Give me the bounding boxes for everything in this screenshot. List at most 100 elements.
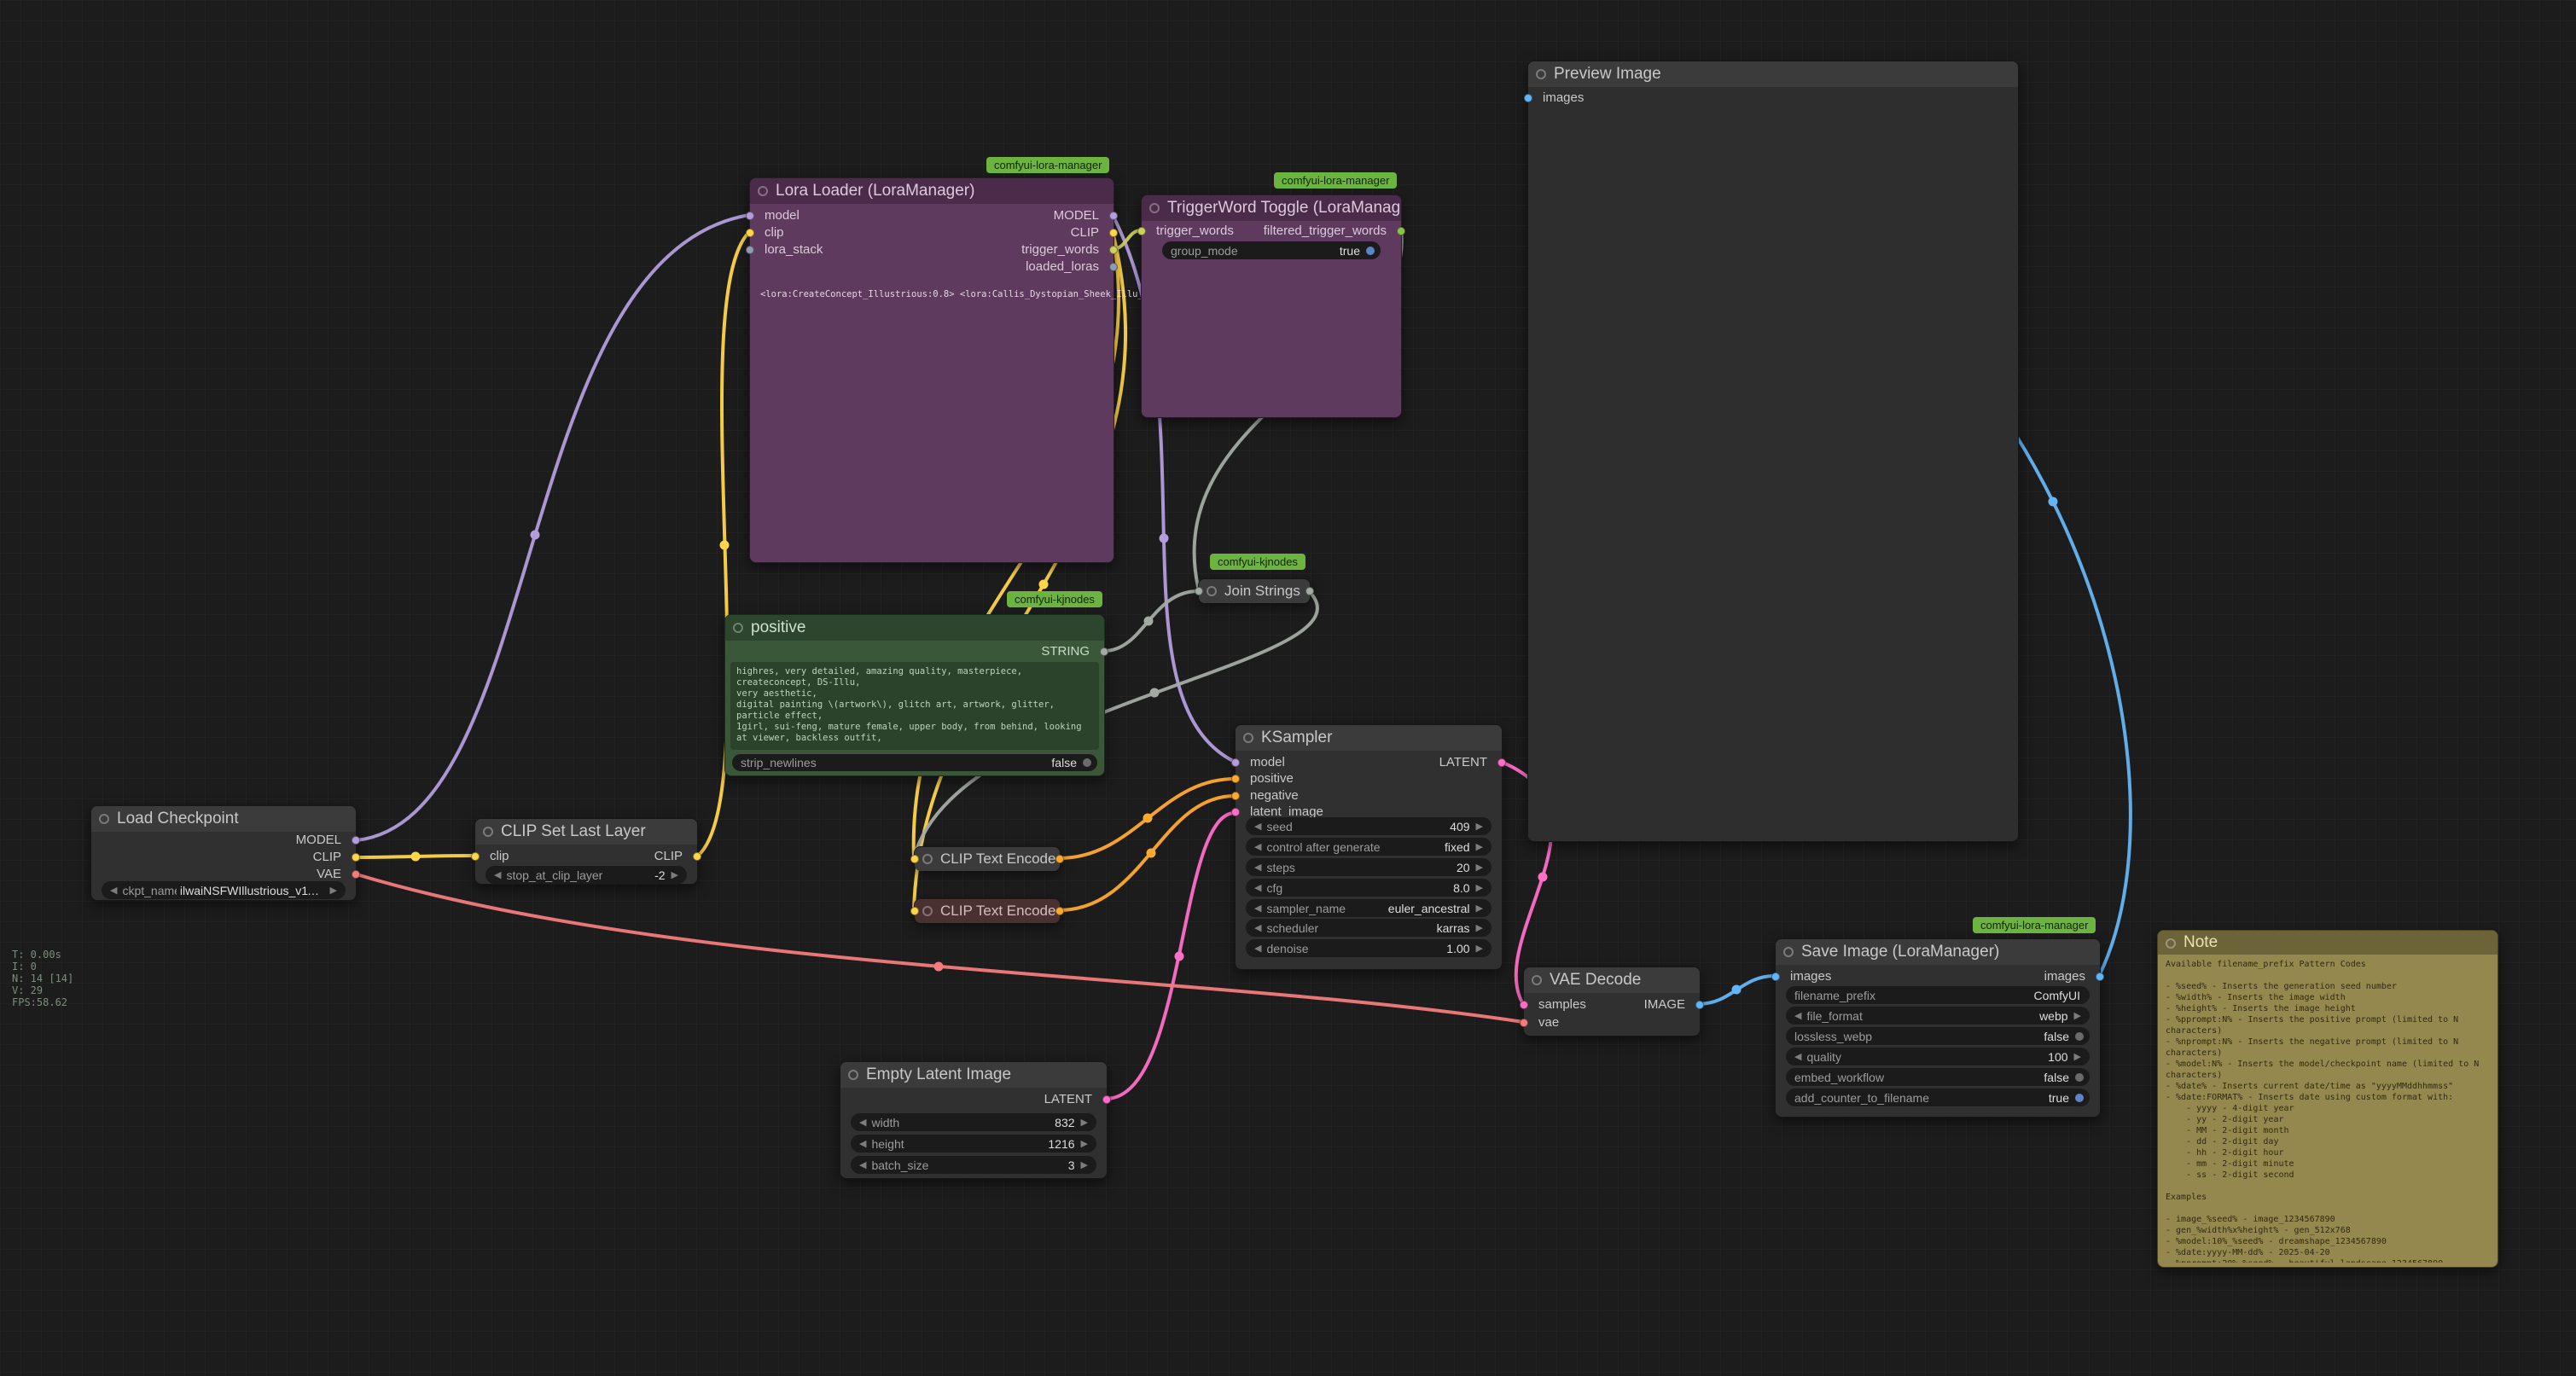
input-port-model[interactable]: model: [1236, 754, 1285, 771]
port-dot-model[interactable]: [352, 836, 360, 845]
increment-arrow-icon[interactable]: ▶: [669, 869, 681, 880]
widget-quality[interactable]: ◀quality100▶: [1786, 1048, 2090, 1065]
node-clip-text-encode-negative[interactable]: CLIP Text Encode (Pr: [914, 898, 1061, 922]
node-save-image[interactable]: Save Image (LoraManager) images images f…: [1775, 938, 2101, 1118]
output-port-image[interactable]: IMAGE: [1644, 996, 1700, 1013]
node-title-bar[interactable]: Join Strings: [1199, 579, 1310, 603]
increment-arrow-icon[interactable]: ▶: [1474, 943, 1486, 954]
collapse-dot-icon[interactable]: [99, 814, 109, 824]
port-dot-model[interactable]: [746, 212, 754, 220]
input-port-images[interactable]: images: [1776, 968, 1831, 985]
port-dot-vae[interactable]: [352, 870, 360, 879]
toggle-dot[interactable]: [1366, 247, 1375, 255]
port-dot-trigger-words[interactable]: [1137, 227, 1146, 235]
output-port-string[interactable]: STRING: [1041, 643, 1104, 660]
widget-denoise[interactable]: ◀denoise1.00▶: [1246, 939, 1492, 957]
widget-stop-at-clip-layer[interactable]: ◀ stop_at_clip_layer -2 ▶: [486, 866, 687, 884]
node-title-bar[interactable]: CLIP Text Encode (Pr: [915, 847, 1060, 871]
port-dot-filtered-trigger-words[interactable]: [1397, 227, 1405, 235]
collapse-dot-icon[interactable]: [1207, 586, 1217, 596]
port-dot-clip[interactable]: [693, 852, 701, 861]
port-dot-latent-image[interactable]: [1231, 808, 1240, 816]
node-ksampler[interactable]: KSampler model positive negative latent_…: [1235, 724, 1503, 970]
collapse-dot-icon[interactable]: [733, 623, 743, 633]
input-port-positive[interactable]: positive: [1236, 770, 1294, 787]
widget-ckpt-name[interactable]: ◀ ckpt_name ilwaiNSFWIllustrious_v110.s.…: [102, 881, 346, 899]
combo-left-arrow-icon[interactable]: ◀: [1252, 841, 1264, 852]
collapse-dot-icon[interactable]: [2166, 938, 2176, 949]
collapse-dot-icon[interactable]: [922, 854, 933, 864]
widget-add-counter-to-filename[interactable]: add_counter_to_filenametrue: [1786, 1089, 2090, 1106]
collapsed-output-dot[interactable]: [1305, 587, 1314, 595]
port-dot-images[interactable]: [2096, 972, 2104, 981]
output-port-clip[interactable]: CLIP: [313, 849, 356, 866]
node-title-bar[interactable]: KSampler: [1236, 725, 1502, 751]
output-port-filtered-trigger-words[interactable]: filtered_trigger_words: [1264, 223, 1401, 240]
decrement-arrow-icon[interactable]: ◀: [857, 1117, 869, 1128]
port-dot-negative[interactable]: [1231, 792, 1240, 800]
decrement-arrow-icon[interactable]: ◀: [1252, 821, 1264, 832]
port-dot-trigger-words[interactable]: [1109, 246, 1118, 254]
decrement-arrow-icon[interactable]: ◀: [857, 1159, 869, 1170]
node-positive-prompt[interactable]: positive STRING highres, very detailed, …: [724, 614, 1105, 776]
combo-left-arrow-icon[interactable]: ◀: [1792, 1010, 1804, 1021]
output-port-clip[interactable]: CLIP: [1071, 224, 1114, 241]
node-load-checkpoint[interactable]: Load Checkpoint MODEL CLIP VAE ◀ ckpt_na…: [90, 805, 357, 901]
widget-filename-prefix[interactable]: filename_prefixComfyUI: [1786, 986, 2090, 1004]
input-port-clip[interactable]: clip: [475, 848, 509, 865]
output-port-latent[interactable]: LATENT: [1044, 1091, 1107, 1108]
increment-arrow-icon[interactable]: ▶: [1079, 1138, 1090, 1149]
node-note[interactable]: Note Available filename_prefix Pattern C…: [2157, 930, 2498, 1268]
node-title-bar[interactable]: Empty Latent Image: [840, 1062, 1107, 1088]
decrement-arrow-icon[interactable]: ◀: [1252, 882, 1264, 893]
port-dot-model[interactable]: [1231, 758, 1240, 767]
toggle-dot[interactable]: [2075, 1094, 2084, 1102]
collapsed-input-dot[interactable]: [910, 855, 919, 863]
port-dot-latent[interactable]: [1102, 1095, 1111, 1104]
output-port-latent[interactable]: LATENT: [1439, 754, 1502, 771]
increment-arrow-icon[interactable]: ▶: [2072, 1051, 2084, 1062]
port-dot-latent[interactable]: [1497, 758, 1506, 767]
node-clip-set-last-layer[interactable]: CLIP Set Last Layer clip CLIP ◀ stop_at_…: [474, 818, 698, 885]
widget-batch-size[interactable]: ◀batch_size3▶: [851, 1156, 1096, 1174]
node-title-bar[interactable]: positive: [725, 615, 1104, 641]
input-port-vae[interactable]: vae: [1524, 1014, 1559, 1031]
widget-embed-workflow[interactable]: embed_workflowfalse: [1786, 1068, 2090, 1086]
increment-arrow-icon[interactable]: ▶: [1079, 1159, 1090, 1170]
collapsed-input-dot[interactable]: [910, 907, 919, 915]
node-title-bar[interactable]: Preview Image: [1528, 61, 2018, 87]
node-title-bar[interactable]: CLIP Set Last Layer: [475, 819, 697, 845]
input-port-samples[interactable]: samples: [1524, 996, 1586, 1013]
port-dot-string[interactable]: [1100, 647, 1108, 656]
decrement-arrow-icon[interactable]: ◀: [491, 869, 503, 880]
prompt-textarea[interactable]: highres, very detailed, amazing quality,…: [730, 662, 1099, 750]
node-lora-loader[interactable]: Lora Loader (LoraManager) model clip lor…: [749, 177, 1114, 563]
combo-left-arrow-icon[interactable]: ◀: [1252, 903, 1264, 914]
input-port-images[interactable]: images: [1528, 90, 1584, 107]
node-vae-decode[interactable]: VAE Decode samples vae IMAGE: [1523, 967, 1701, 1036]
port-dot-loaded-loras[interactable]: [1109, 263, 1118, 271]
output-port-model[interactable]: MODEL: [1054, 207, 1114, 224]
widget-lossless-webp[interactable]: lossless_webpfalse: [1786, 1027, 2090, 1045]
decrement-arrow-icon[interactable]: ◀: [1252, 943, 1264, 954]
toggle-dot[interactable]: [2075, 1073, 2084, 1082]
port-dot-lora-stack[interactable]: [746, 246, 754, 254]
input-port-lora-stack[interactable]: lora_stack: [750, 241, 823, 258]
node-title-bar[interactable]: VAE Decode: [1524, 967, 1700, 993]
combo-right-arrow-icon[interactable]: ▶: [1474, 922, 1486, 933]
node-clip-text-encode-positive[interactable]: CLIP Text Encode (Pr: [914, 846, 1061, 870]
input-port-negative[interactable]: negative: [1236, 787, 1299, 804]
output-port-trigger-words[interactable]: trigger_words: [1021, 241, 1114, 258]
combo-right-arrow-icon[interactable]: ▶: [1474, 841, 1486, 852]
port-dot-images[interactable]: [1771, 972, 1780, 981]
collapse-dot-icon[interactable]: [1536, 69, 1546, 79]
widget-file-format[interactable]: ◀file_formatwebp▶: [1786, 1007, 2090, 1025]
widget-height[interactable]: ◀height1216▶: [851, 1135, 1096, 1152]
increment-arrow-icon[interactable]: ▶: [1079, 1117, 1090, 1128]
collapsed-input-dot[interactable]: [1195, 587, 1203, 595]
node-title-bar[interactable]: Lora Loader (LoraManager): [750, 178, 1114, 204]
input-port-trigger-words[interactable]: trigger_words: [1142, 223, 1234, 240]
port-dot-images[interactable]: [1524, 94, 1532, 102]
widget-strip-newlines[interactable]: strip_newlines false: [732, 754, 1097, 771]
node-preview-image[interactable]: Preview Image images: [1527, 61, 2019, 842]
